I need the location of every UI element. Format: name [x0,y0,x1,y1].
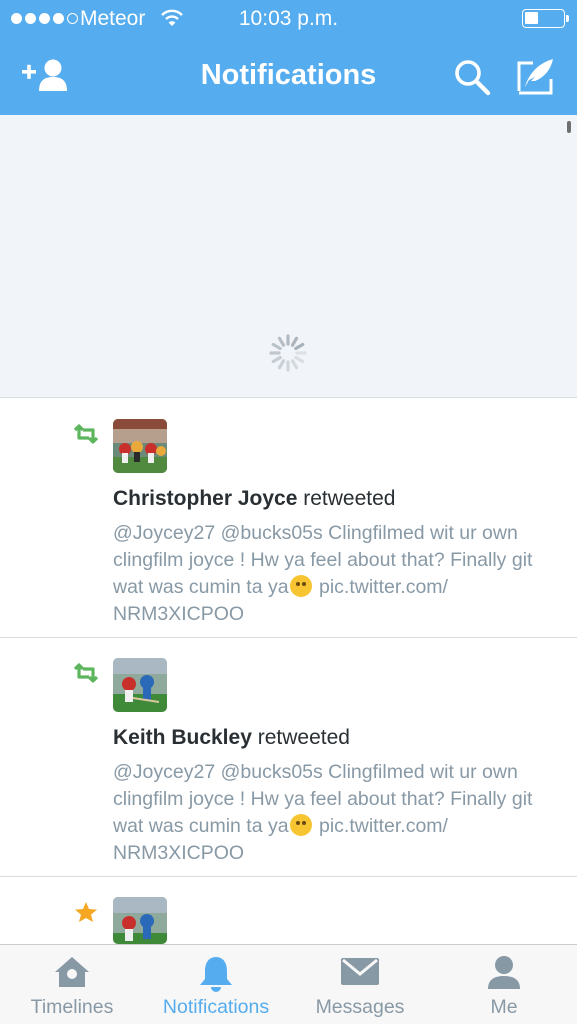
tweet-link[interactable]: pic.twitter.com/ [319,576,448,598]
top-header: Meteor 10:03 p.m. Notifications [0,0,577,115]
tab-timelines[interactable]: Timelines [0,945,144,1024]
star-icon [75,902,97,922]
spinner-spoke [271,342,282,351]
tweet-link-continued[interactable]: NRM3XICPOO [113,842,244,864]
battery-icon [522,9,565,28]
retweet-icon [73,424,99,444]
notification-item[interactable] [0,877,577,944]
bell-icon [200,957,232,992]
search-icon[interactable] [452,57,492,97]
spinner-spoke [271,355,282,364]
notification-headline: Keith Buckley retweeted [113,726,350,750]
avatar[interactable] [113,419,167,473]
spinner-spoke [294,355,305,364]
tweet-text[interactable]: @Joycey27 @bucks05s Clingfilmed wit ur o… [113,759,553,867]
spinner-spoke [277,336,286,347]
action-text: retweeted [257,726,350,749]
tab-notifications[interactable]: Notifications [144,945,288,1024]
action-text: retweeted [303,487,396,510]
battery-tip [566,15,569,22]
tab-me[interactable]: Me [432,945,576,1024]
tab-messages[interactable]: Messages [288,945,432,1024]
scroll-indicator [567,121,571,133]
tab-bar: Timelines Notifications Messages Me [0,944,577,1024]
status-bar: Meteor 10:03 p.m. [0,0,577,38]
spinner-spoke [290,336,299,347]
user-name[interactable]: Christopher Joyce [113,487,297,510]
tweet-text[interactable]: @Joycey27 @bucks05s Clingfilmed wit ur o… [113,520,553,628]
tweet-link[interactable]: pic.twitter.com/ [319,815,448,837]
retweet-icon [73,663,99,683]
envelope-icon [341,958,379,985]
spinner-spoke [290,359,299,370]
notification-item[interactable]: Christopher Joyce retweeted @Joycey27 @b… [0,399,577,638]
smiling-face-icon [289,814,312,836]
tweet-link-continued[interactable]: NRM3XICPOO [113,603,244,625]
status-time: 10:03 p.m. [238,7,339,30]
user-name[interactable]: Keith Buckley [113,726,252,749]
home-icon [55,957,89,987]
avatar[interactable] [113,658,167,712]
avatar[interactable] [113,897,167,944]
spinner-spoke [294,342,305,351]
notification-item[interactable]: Keith Buckley retweeted @Joycey27 @bucks… [0,638,577,877]
battery-level [525,12,538,24]
compose-tweet-icon[interactable] [515,55,557,97]
profile-icon [488,956,520,989]
notification-headline: Christopher Joyce retweeted [113,487,395,511]
loading-spinner-icon [269,334,307,372]
spinner-spoke [277,359,286,370]
smiling-face-icon [289,575,312,597]
